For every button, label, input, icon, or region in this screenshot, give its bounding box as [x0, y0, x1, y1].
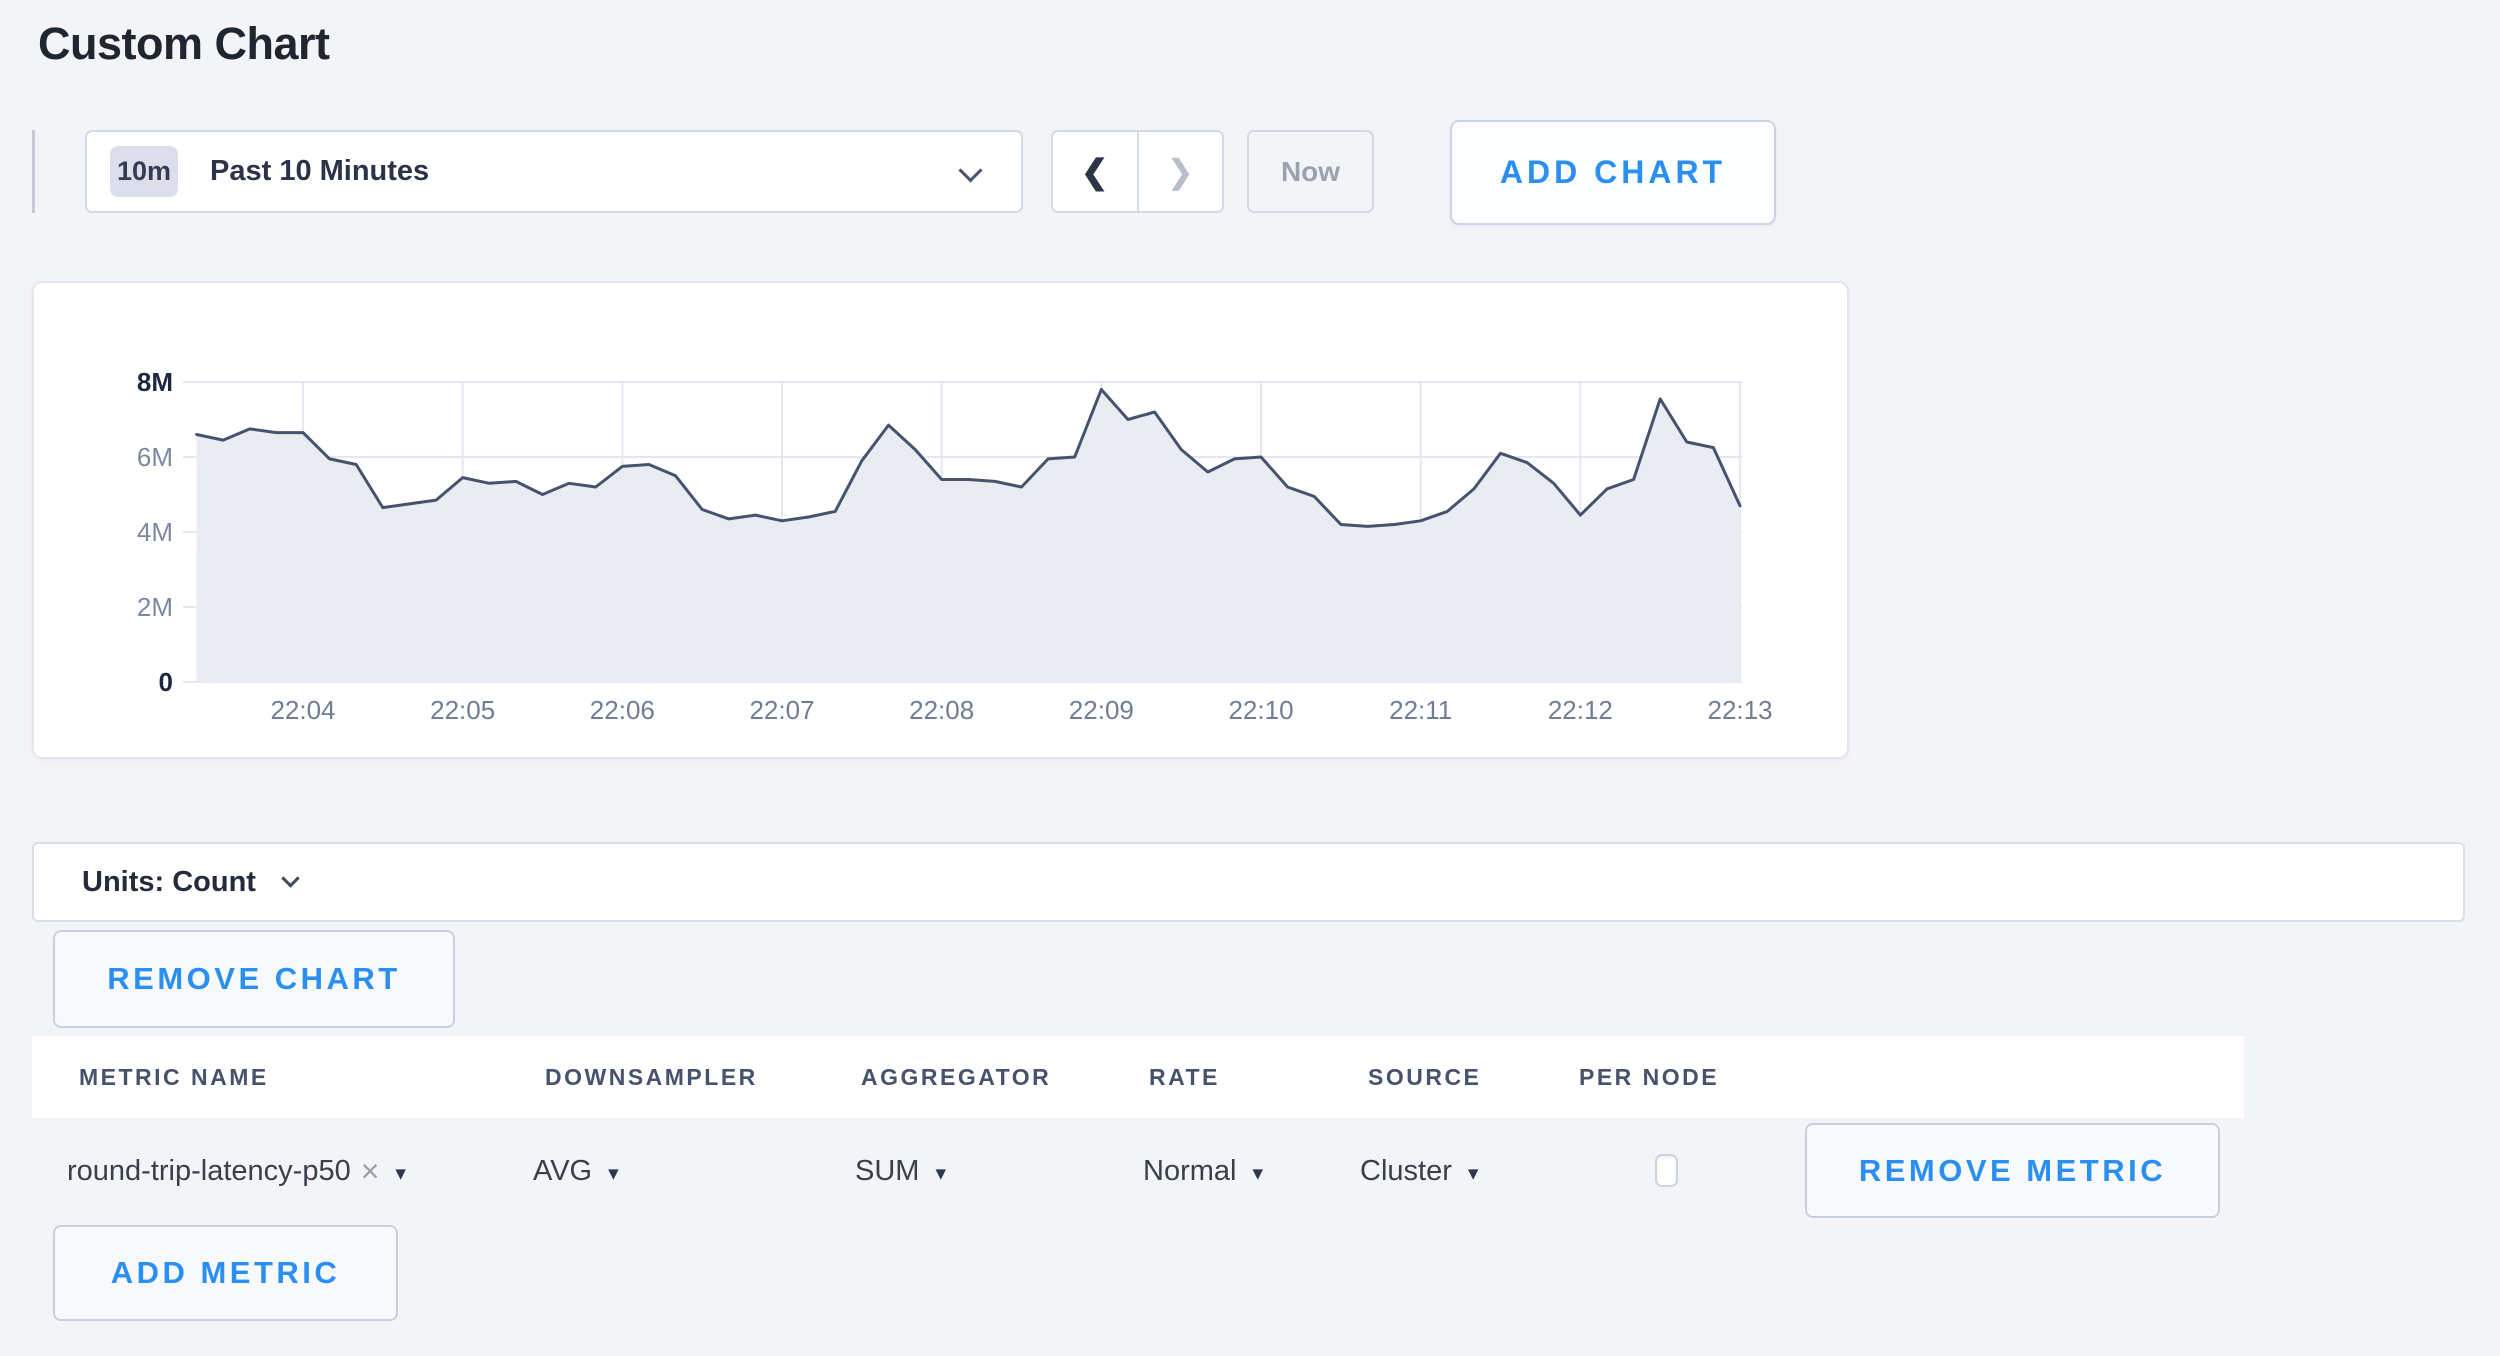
caret-down-icon: ▾ — [608, 1157, 619, 1186]
svg-text:4M: 4M — [137, 517, 173, 547]
remove-metric-button[interactable]: REMOVE METRIC — [1805, 1123, 2220, 1218]
downsampler-value: AVG — [533, 1155, 592, 1188]
page-title: Custom Chart — [38, 18, 330, 70]
chevron-left-icon: ❮ — [1081, 152, 1109, 191]
add-chart-button[interactable]: ADD CHART — [1450, 120, 1776, 225]
downsampler-dropdown[interactable]: AVG ▾ — [533, 1138, 619, 1204]
rate-value: Normal — [1143, 1155, 1236, 1188]
now-button[interactable]: Now — [1247, 130, 1374, 213]
column-header-metric-name: METRIC NAME — [79, 1036, 269, 1118]
svg-text:8M: 8M — [137, 367, 173, 397]
svg-text:22:08: 22:08 — [909, 695, 974, 725]
column-header-aggregator: AGGREGATOR — [861, 1036, 1051, 1118]
section-accent-bar — [32, 130, 35, 213]
time-nav-group: ❮ ❯ — [1051, 130, 1224, 213]
chevron-down-icon — [281, 869, 299, 887]
column-header-downsampler: DOWNSAMPLER — [545, 1036, 758, 1118]
custom-chart-page: Custom Chart 10m Past 10 Minutes ❮ ❯ Now… — [0, 0, 2500, 1356]
remove-chart-button[interactable]: REMOVE CHART — [53, 930, 455, 1028]
rate-dropdown[interactable]: Normal ▾ — [1143, 1138, 1263, 1204]
close-icon[interactable]: × — [361, 1153, 380, 1190]
time-next-button[interactable]: ❯ — [1139, 132, 1223, 211]
svg-text:2M: 2M — [137, 592, 173, 622]
svg-text:22:10: 22:10 — [1228, 695, 1293, 725]
column-header-source: SOURCE — [1368, 1036, 1481, 1118]
svg-text:22:04: 22:04 — [270, 695, 335, 725]
source-dropdown[interactable]: Cluster ▾ — [1360, 1138, 1478, 1204]
svg-text:22:11: 22:11 — [1389, 695, 1452, 725]
column-header-per-node: PER NODE — [1579, 1036, 1719, 1118]
per-node-checkbox[interactable] — [1655, 1154, 1678, 1187]
svg-text:22:05: 22:05 — [430, 695, 495, 725]
aggregator-value: SUM — [855, 1155, 919, 1188]
caret-down-icon: ▾ — [395, 1157, 406, 1186]
column-header-rate: RATE — [1149, 1036, 1220, 1118]
svg-text:22:06: 22:06 — [590, 695, 655, 725]
chevron-right-icon: ❯ — [1166, 152, 1194, 191]
time-range-badge: 10m — [110, 146, 178, 197]
caret-down-icon: ▾ — [935, 1157, 946, 1186]
chevron-down-icon — [958, 158, 982, 182]
timeseries-area-chart: 0 2M 4M 6M 8M 22:04 22:05 22:06 22:07 22:08 22:09 2… — [34, 283, 1847, 757]
svg-text:22:12: 22:12 — [1548, 695, 1613, 725]
svg-text:22:09: 22:09 — [1069, 695, 1134, 725]
units-label: Units: Count — [82, 866, 256, 899]
svg-text:22:07: 22:07 — [749, 695, 814, 725]
time-range-label: Past 10 Minutes — [210, 155, 429, 188]
caret-down-icon: ▾ — [1252, 1157, 1263, 1186]
add-metric-button[interactable]: ADD METRIC — [53, 1225, 398, 1321]
svg-text:6M: 6M — [137, 442, 173, 472]
time-range-dropdown[interactable]: 10m Past 10 Minutes — [85, 130, 1023, 213]
svg-text:22:13: 22:13 — [1707, 695, 1772, 725]
caret-down-icon: ▾ — [1468, 1157, 1479, 1186]
metrics-table-header: METRIC NAME DOWNSAMPLER AGGREGATOR RATE … — [32, 1036, 2244, 1118]
metric-chart-card: 0 2M 4M 6M 8M 22:04 22:05 22:06 22:07 22:08 22:09 2… — [32, 281, 1849, 759]
source-value: Cluster — [1360, 1155, 1452, 1188]
svg-text:0: 0 — [159, 667, 173, 697]
metric-name-dropdown[interactable]: round-trip-latency-p50 × ▾ — [67, 1138, 406, 1204]
units-dropdown[interactable]: Units: Count — [32, 842, 2465, 922]
aggregator-dropdown[interactable]: SUM ▾ — [855, 1138, 946, 1204]
time-prev-button[interactable]: ❮ — [1053, 132, 1139, 211]
metric-name-value: round-trip-latency-p50 — [67, 1155, 351, 1188]
